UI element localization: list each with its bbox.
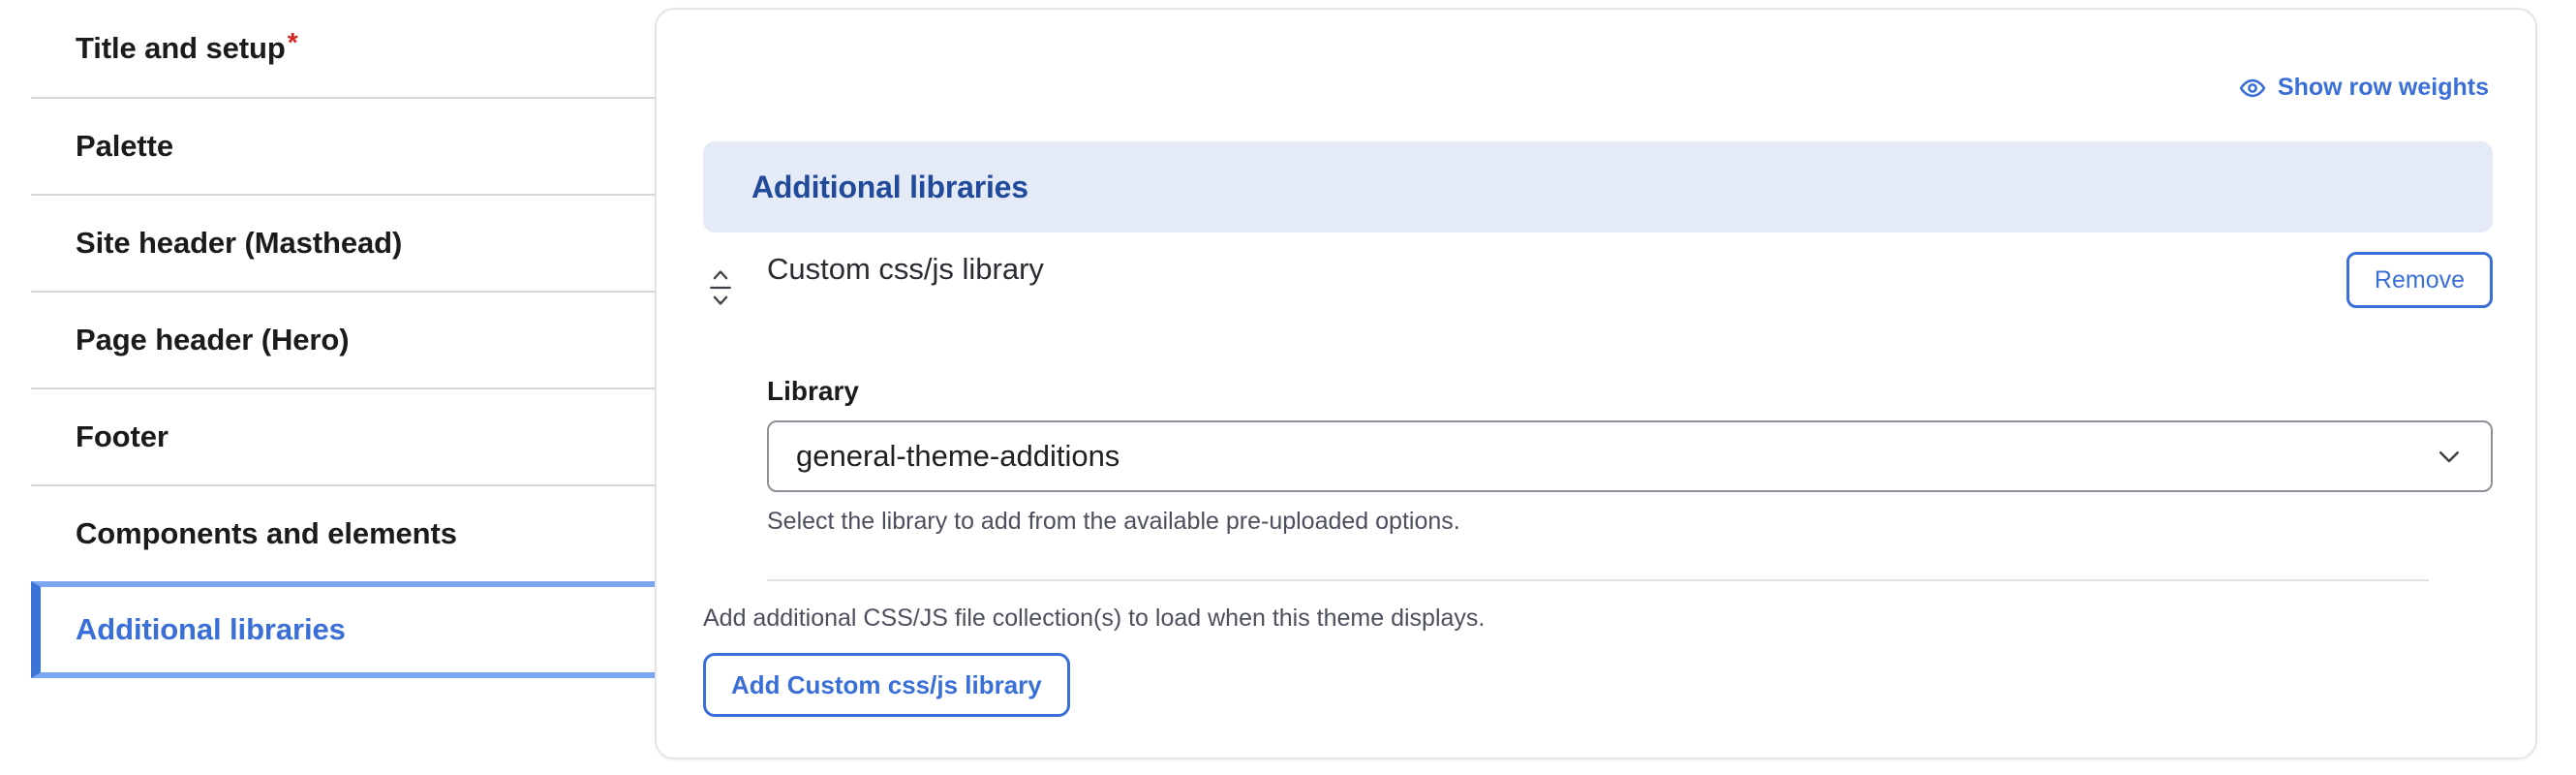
eye-icon xyxy=(2239,75,2266,102)
library-select[interactable]: general-theme-additions xyxy=(767,420,2493,492)
sidebar-item-label: Palette xyxy=(76,129,173,164)
section-divider xyxy=(767,579,2429,581)
library-item-title: Custom css/js library xyxy=(767,252,1044,287)
library-field-label: Library xyxy=(767,376,2493,407)
sidebar-item-label: Footer xyxy=(76,419,169,454)
show-row-weights-label: Show row weights xyxy=(2278,74,2489,102)
sidebar-item-page-header[interactable]: Page header (Hero) xyxy=(31,291,659,388)
theme-settings-screen: Title and setup* Palette Site header (Ma… xyxy=(0,0,2576,775)
sidebar-item-label: Title and setup xyxy=(76,31,286,66)
vertical-tabs-sidebar: Title and setup* Palette Site header (Ma… xyxy=(31,0,659,775)
sidebar-item-additional-libraries[interactable]: Additional libraries xyxy=(31,581,659,678)
drag-vertical-icon[interactable] xyxy=(703,265,738,310)
panel-footer-help: Add additional CSS/JS file collection(s)… xyxy=(703,604,1485,633)
section-banner-title: Additional libraries xyxy=(751,170,1028,205)
sidebar-item-components-and-elements[interactable]: Components and elements xyxy=(31,484,659,581)
show-row-weights-link[interactable]: Show row weights xyxy=(2239,74,2489,102)
sidebar-item-footer[interactable]: Footer xyxy=(31,388,659,484)
section-banner: Additional libraries xyxy=(703,141,2493,232)
library-field-help: Select the library to add from the avail… xyxy=(767,508,2493,536)
sidebar-item-label: Additional libraries xyxy=(76,612,346,647)
sidebar-item-label: Components and elements xyxy=(76,516,457,551)
library-item-row: Custom css/js library Remove xyxy=(703,252,2493,329)
add-custom-library-button[interactable]: Add Custom css/js library xyxy=(703,653,1070,717)
library-field-block: Library general-theme-additions Select t… xyxy=(767,376,2493,536)
remove-button[interactable]: Remove xyxy=(2346,252,2493,308)
sidebar-item-label: Page header (Hero) xyxy=(76,323,349,357)
sidebar-item-title-and-setup[interactable]: Title and setup* xyxy=(31,0,659,97)
sidebar-item-label: Site header (Masthead) xyxy=(76,226,402,261)
chevron-down-icon xyxy=(2435,442,2464,471)
sidebar-item-site-header[interactable]: Site header (Masthead) xyxy=(31,194,659,291)
required-asterisk: * xyxy=(288,27,298,58)
additional-libraries-panel: Show row weights Additional libraries Cu… xyxy=(655,8,2537,760)
sidebar-item-palette[interactable]: Palette xyxy=(31,97,659,194)
library-select-value: general-theme-additions xyxy=(796,439,2435,474)
